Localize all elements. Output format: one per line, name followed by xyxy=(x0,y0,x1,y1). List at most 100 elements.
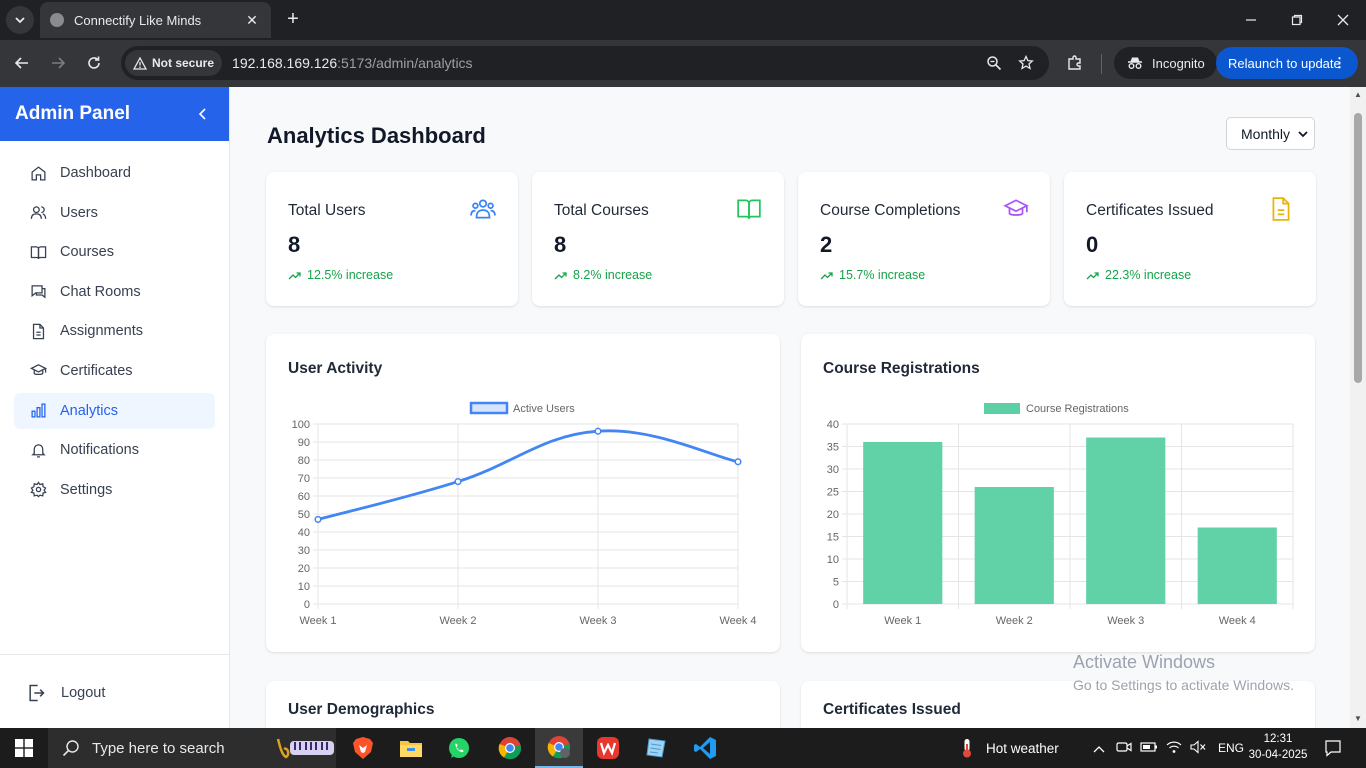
sidebar-item-certificates[interactable]: Certificates xyxy=(14,353,215,389)
clock[interactable]: 12:31 30-04-2025 xyxy=(1248,731,1308,763)
new-tab-button[interactable]: + xyxy=(282,8,304,30)
forward-button[interactable] xyxy=(45,50,71,76)
users-icon xyxy=(30,204,48,222)
stat-card-certificates-issued: Certificates Issued 0 22.3% increase xyxy=(1064,172,1316,306)
start-button[interactable] xyxy=(0,728,48,768)
sidebar-item-assignments[interactable]: Assignments xyxy=(14,313,215,349)
taskbar-vscode[interactable] xyxy=(681,728,729,768)
chevron-left-icon xyxy=(198,108,206,120)
user-activity-chart: 0 10 20 30 40 50 60 70 80 90 100 Week 1 Week 2 Week 3… xyxy=(292,401,757,627)
graduation-cap-icon xyxy=(1002,196,1029,222)
close-window-button[interactable] xyxy=(1320,6,1366,34)
sidebar-item-label: Certificates xyxy=(60,362,133,379)
minimize-button[interactable] xyxy=(1228,6,1274,34)
sidebar-item-label: Analytics xyxy=(60,402,119,419)
taskbar-brave[interactable] xyxy=(339,728,387,768)
sidebar-item-users[interactable]: Users xyxy=(14,195,215,231)
stat-value: 8 xyxy=(554,232,567,257)
taskbar-chrome-incognito[interactable] xyxy=(535,728,583,768)
language-indicator[interactable]: ENG xyxy=(1218,741,1244,755)
battery-icon[interactable] xyxy=(1140,741,1158,756)
logout-button[interactable]: Logout xyxy=(26,683,105,703)
sidebar-item-label: Settings xyxy=(60,481,113,498)
main-content: Analytics Dashboard Monthly Total Users … xyxy=(230,87,1350,728)
stat-trend-text: 22.3% increase xyxy=(1105,268,1192,282)
gear-icon xyxy=(30,481,48,499)
stat-value: 8 xyxy=(288,232,301,257)
y-tick-label: 60 xyxy=(298,491,310,503)
meet-now-icon[interactable] xyxy=(1116,740,1132,757)
browser-tab-bar: Connectify Like Minds ✕ + xyxy=(0,0,1366,40)
taskbar-search[interactable]: Type here to search xyxy=(48,728,336,768)
close-icon[interactable]: ✕ xyxy=(243,12,261,29)
users-icon xyxy=(470,196,496,222)
sidebar-item-courses[interactable]: Courses xyxy=(14,234,215,270)
scroll-down-arrow[interactable]: ▼ xyxy=(1353,714,1363,724)
url-text[interactable]: 192.168.169.126:5173/admin/analytics xyxy=(232,55,981,71)
extensions-button[interactable] xyxy=(1062,50,1088,76)
clock-time: 12:31 xyxy=(1263,733,1293,745)
bar xyxy=(974,487,1054,604)
taskbar-whatsapp[interactable] xyxy=(435,728,483,768)
tray-icons: ENG xyxy=(1090,728,1244,768)
reload-button[interactable] xyxy=(81,50,107,76)
taskbar-file-explorer[interactable] xyxy=(387,728,435,768)
taskbar-chrome[interactable] xyxy=(486,728,534,768)
sidebar-nav: Dashboard Users Courses Chat Rooms Assig… xyxy=(0,141,229,508)
relaunch-button[interactable]: Relaunch to update ⋮ xyxy=(1216,47,1358,79)
scroll-up-arrow[interactable]: ▲ xyxy=(1353,90,1363,100)
restore-button[interactable] xyxy=(1274,6,1320,34)
chevron-up-icon[interactable] xyxy=(1090,741,1108,756)
sidebar-item-chat-rooms[interactable]: Chat Rooms xyxy=(14,274,215,310)
taskbar-app-generic[interactable] xyxy=(632,728,680,768)
search-placeholder: Type here to search xyxy=(92,739,225,757)
stat-value: 0 xyxy=(1086,232,1099,257)
back-button[interactable] xyxy=(9,50,35,76)
tab-search-button[interactable] xyxy=(6,6,34,34)
more-menu-icon[interactable]: ⋮ xyxy=(1333,55,1346,71)
notification-center-button[interactable] xyxy=(1322,728,1344,768)
sidebar-item-notifications[interactable]: Notifications xyxy=(14,432,215,468)
sidebar-item-label: Chat Rooms xyxy=(60,283,141,300)
sidebar-item-settings[interactable]: Settings xyxy=(14,472,215,508)
sidebar-item-dashboard[interactable]: Dashboard xyxy=(14,155,215,191)
y-tick-label: 10 xyxy=(827,554,839,566)
graduation-cap-icon xyxy=(30,362,48,380)
y-tick-label: 50 xyxy=(298,509,310,521)
weather-widget[interactable]: Hot weather xyxy=(960,728,1059,768)
wifi-icon[interactable] xyxy=(1166,740,1182,757)
trending-up-icon xyxy=(820,271,833,279)
legend-swatch xyxy=(469,401,509,415)
star-icon xyxy=(1018,55,1034,70)
sidebar-header: Admin Panel xyxy=(0,87,229,141)
y-tick-label: 0 xyxy=(304,599,310,611)
security-chip[interactable]: Not secure xyxy=(125,50,223,76)
data-point xyxy=(734,458,742,466)
y-tick-label: 5 xyxy=(833,577,839,589)
page-scrollbar[interactable]: ▲ ▼ xyxy=(1350,87,1366,728)
address-bar[interactable]: Not secure 192.168.169.126:5173/admin/an… xyxy=(121,46,1049,80)
taskbar-wps-office[interactable] xyxy=(584,728,632,768)
page: Admin Panel Dashboard Users Courses Chat… xyxy=(0,87,1366,728)
toolbar-divider xyxy=(1101,54,1102,74)
trending-up-icon xyxy=(554,271,567,279)
scrollbar-thumb[interactable] xyxy=(1354,113,1362,383)
search-icon xyxy=(62,740,79,757)
sidebar-item-analytics[interactable]: Analytics xyxy=(14,392,215,429)
sidebar-collapse-button[interactable] xyxy=(193,104,213,124)
file-icon xyxy=(1268,196,1294,222)
vscode-icon xyxy=(694,737,716,759)
panel-title: Certificates Issued xyxy=(823,701,961,718)
legend-swatch xyxy=(984,403,1020,414)
x-tick-label: Week 1 xyxy=(299,615,336,627)
bar xyxy=(1086,437,1166,604)
bookmark-button[interactable] xyxy=(1013,50,1039,76)
browser-tab[interactable]: Connectify Like Minds ✕ xyxy=(40,2,271,38)
incognito-indicator[interactable]: Incognito xyxy=(1114,47,1217,79)
chrome-icon xyxy=(498,737,522,760)
y-tick-label: 40 xyxy=(298,527,310,539)
watermark-line1: Activate Windows xyxy=(1073,652,1216,672)
zoom-button[interactable] xyxy=(981,50,1007,76)
volume-muted-icon[interactable] xyxy=(1190,739,1206,757)
period-select[interactable]: Monthly xyxy=(1226,117,1315,150)
